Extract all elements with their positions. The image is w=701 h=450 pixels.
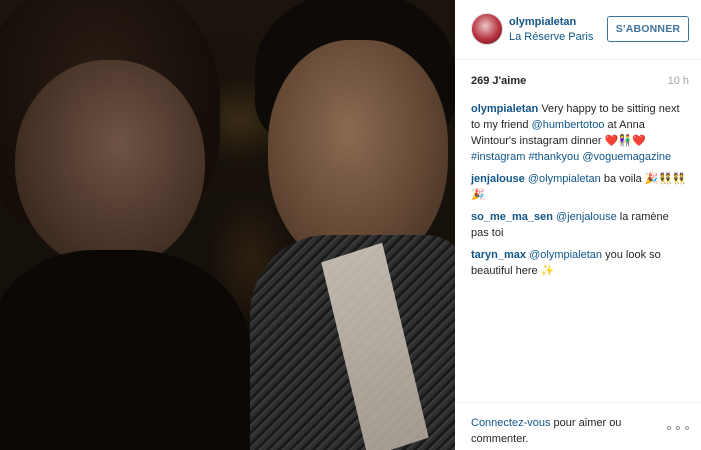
dot bbox=[685, 426, 689, 430]
post-time[interactable]: 10 h bbox=[668, 75, 689, 87]
caption: olympialetan Very happy to be sitting ne… bbox=[471, 101, 689, 165]
likes-count[interactable]: 269 J'aime bbox=[471, 75, 526, 87]
post-footer: Connectez-vous pour aimer ou commenter. bbox=[455, 402, 701, 450]
post-photo[interactable] bbox=[0, 0, 455, 450]
comment-username[interactable]: jenjalouse bbox=[471, 173, 525, 185]
follow-button[interactable]: S'ABONNER bbox=[607, 16, 689, 42]
ellipsis-icon[interactable] bbox=[667, 423, 689, 433]
comment-mention[interactable]: @olympialetan bbox=[528, 173, 601, 185]
caption-username[interactable]: olympialetan bbox=[471, 103, 538, 115]
comments-list: olympialetan Very happy to be sitting ne… bbox=[471, 101, 689, 285]
comment-item: jenjalouse @olympialetan ba voila 🎉👯👯🎉 bbox=[471, 171, 689, 203]
post-location[interactable]: La Réserve Paris bbox=[509, 31, 601, 43]
login-prompt: Connectez-vous pour aimer ou commenter. bbox=[471, 415, 641, 447]
comment-text: ba voila bbox=[600, 173, 645, 185]
post-stats: 269 J'aime 10 h bbox=[471, 75, 689, 93]
post-sidebar: olympialetan La Réserve Paris S'ABONNER … bbox=[455, 0, 701, 450]
comment-username[interactable]: taryn_max bbox=[471, 249, 526, 261]
comment-item: taryn_max @olympialetan you look so beau… bbox=[471, 247, 689, 279]
dot bbox=[667, 426, 671, 430]
caption-mention[interactable]: @humbertotoo bbox=[532, 119, 605, 131]
comment-mention[interactable]: @olympialetan bbox=[529, 249, 602, 261]
caption-mention[interactable]: @voguemagazine bbox=[582, 151, 671, 163]
hashtag-link[interactable]: #thankyou bbox=[528, 151, 579, 163]
comment-mention[interactable]: @jenjalouse bbox=[556, 211, 617, 223]
avatar[interactable] bbox=[471, 13, 503, 45]
comment-username[interactable]: so_me_ma_sen bbox=[471, 211, 553, 223]
photo-region bbox=[15, 60, 205, 270]
post-header: olympialetan La Réserve Paris S'ABONNER bbox=[455, 0, 701, 60]
comment-emoji: ✨ bbox=[540, 265, 555, 277]
login-link[interactable]: Connectez-vous bbox=[471, 417, 551, 429]
dot bbox=[676, 426, 680, 430]
hashtag-link[interactable]: #instagram bbox=[471, 151, 525, 163]
comment-item: so_me_ma_sen @jenjalouse la ramène pas t… bbox=[471, 209, 689, 241]
caption-emoji: ❤️👫❤️ bbox=[604, 135, 646, 147]
author-username[interactable]: olympialetan bbox=[509, 16, 576, 28]
photo-region bbox=[0, 250, 250, 450]
